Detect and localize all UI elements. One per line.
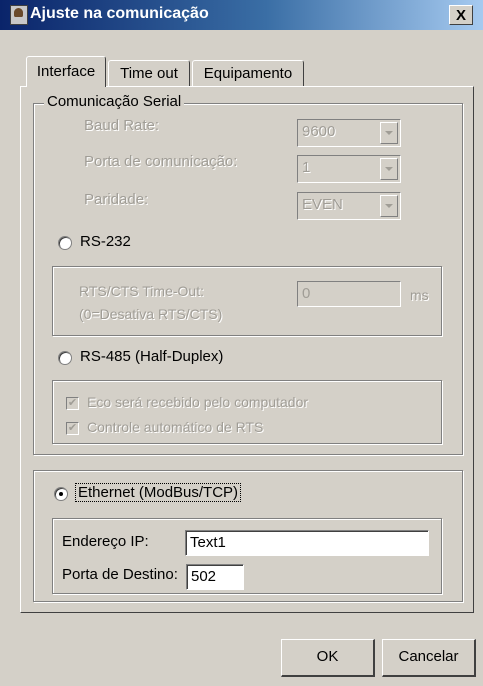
eco-label[interactable]: Eco será recebido pelo computador xyxy=(87,394,308,410)
baud-rate-label: Baud Rate: xyxy=(84,117,160,134)
porta-select[interactable]: 1 xyxy=(297,155,401,183)
ip-label: Endereço IP: xyxy=(62,533,149,550)
app-icon xyxy=(10,5,28,25)
tab-time-out-label: Time out xyxy=(120,65,178,82)
porta-label: Porta de comunicação: xyxy=(84,153,238,170)
title-bar: Ajuste na comunicação X xyxy=(0,0,483,30)
rts-auto-checkbox[interactable]: ✔ xyxy=(66,422,79,435)
tab-equipamento-label: Equipamento xyxy=(203,65,293,82)
rts-auto-label[interactable]: Controle automático de RTS xyxy=(87,419,263,435)
rts-cts-timeout-unit: ms xyxy=(410,287,429,303)
rts-cts-timeout-input[interactable]: 0 xyxy=(297,281,401,307)
rs485-radio[interactable] xyxy=(58,351,72,365)
tab-equipamento[interactable]: Equipamento xyxy=(192,60,304,86)
check-icon: ✔ xyxy=(67,422,78,434)
eco-checkbox[interactable]: ✔ xyxy=(66,397,79,410)
ip-input[interactable]: Text1 xyxy=(185,530,429,556)
port-label: Porta de Destino: xyxy=(62,566,178,583)
chevron-down-icon[interactable] xyxy=(380,195,398,217)
tab-interface[interactable]: Interface xyxy=(26,56,106,87)
cancel-button[interactable]: Cancelar xyxy=(382,639,476,677)
ethernet-radio[interactable] xyxy=(54,487,68,501)
rs232-radio[interactable] xyxy=(58,236,72,250)
check-icon: ✔ xyxy=(67,397,78,409)
paridade-value: EVEN xyxy=(302,196,343,213)
rts-cts-timeout-hint: (0=Desativa RTS/CTS) xyxy=(79,306,223,322)
port-input[interactable]: 502 xyxy=(186,564,244,590)
ethernet-label-text: Ethernet (ModBus/TCP) xyxy=(74,483,242,502)
serial-group-label: Comunicação Serial xyxy=(44,93,185,110)
porta-value: 1 xyxy=(302,159,311,176)
baud-rate-select[interactable]: 9600 xyxy=(297,119,401,147)
rs485-label[interactable]: RS-485 (Half-Duplex) xyxy=(80,348,223,365)
close-button[interactable]: X xyxy=(449,5,473,25)
tab-interface-label: Interface xyxy=(36,63,96,80)
tab-time-out[interactable]: Time out xyxy=(108,60,190,86)
baud-rate-value: 9600 xyxy=(302,123,336,140)
chevron-down-icon[interactable] xyxy=(380,158,398,180)
ok-button[interactable]: OK xyxy=(281,639,375,677)
chevron-down-icon[interactable] xyxy=(380,122,398,144)
rts-cts-timeout-label: RTS/CTS Time-Out: xyxy=(79,283,204,299)
window-title: Ajuste na comunicação xyxy=(30,5,209,22)
rs232-label[interactable]: RS-232 xyxy=(80,233,131,250)
ethernet-label[interactable]: Ethernet (ModBus/TCP) xyxy=(74,483,242,502)
paridade-select[interactable]: EVEN xyxy=(297,192,401,220)
paridade-label: Paridade: xyxy=(84,191,149,208)
